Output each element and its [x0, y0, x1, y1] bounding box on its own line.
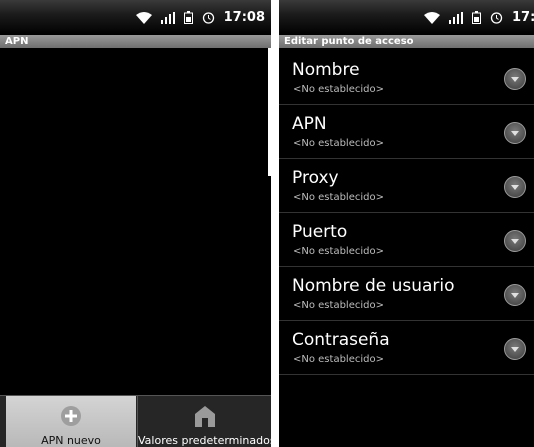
setting-value: <No establecido> — [293, 192, 384, 203]
battery-icon — [183, 11, 193, 24]
setting-port[interactable]: Puerto <No establecido> — [279, 213, 534, 267]
setting-apn[interactable]: APN <No establecido> — [279, 105, 534, 159]
scroll-indicator — [268, 48, 271, 176]
bottom-menu: APN nuevo Valores predeterminados — [0, 395, 271, 447]
page-title: Editar punto de acceso — [279, 35, 534, 48]
setting-title: Nombre de usuario — [292, 276, 455, 296]
signal-icon — [449, 11, 463, 24]
new-apn-button[interactable]: APN nuevo — [6, 396, 136, 447]
setting-title: Puerto — [292, 222, 348, 242]
wifi-icon — [424, 11, 440, 24]
add-icon — [60, 405, 82, 430]
setting-value: <No establecido> — [293, 354, 384, 365]
reset-defaults-label: Valores predeterminados — [138, 434, 271, 447]
status-bar: 17:08 — [0, 0, 271, 35]
apn-list-screen: 17:08 APN APN nuevo Valores predetermina… — [0, 0, 271, 447]
dropdown-arrow-icon — [504, 122, 526, 144]
dropdown-arrow-icon — [504, 338, 526, 360]
signal-icon — [160, 11, 175, 24]
setting-name[interactable]: Nombre <No establecido> — [279, 51, 534, 105]
setting-title: APN — [292, 114, 327, 134]
clock: 17:09 — [512, 10, 534, 25]
alarm-icon — [490, 11, 503, 24]
setting-title: Proxy — [292, 168, 339, 188]
setting-password[interactable]: Contraseña <No establecido> — [279, 321, 534, 375]
dropdown-arrow-icon — [504, 284, 526, 306]
reset-icon — [193, 405, 217, 430]
setting-title: Contraseña — [292, 330, 390, 350]
status-bar: 17:09 — [279, 0, 534, 35]
new-apn-label: APN nuevo — [41, 434, 101, 447]
setting-proxy[interactable]: Proxy <No establecido> — [279, 159, 534, 213]
clock: 17:08 — [223, 10, 265, 25]
page-title: APN — [0, 35, 271, 48]
dropdown-arrow-icon — [504, 176, 526, 198]
alarm-icon — [202, 11, 215, 24]
setting-value: <No establecido> — [293, 138, 384, 149]
setting-value: <No establecido> — [293, 84, 384, 95]
setting-value: <No establecido> — [293, 300, 384, 311]
wifi-icon — [135, 11, 152, 24]
dropdown-arrow-icon — [504, 68, 526, 90]
apn-settings-list: Nombre <No establecido> APN <No establec… — [279, 51, 534, 375]
dropdown-arrow-icon — [504, 230, 526, 252]
edit-apn-screen: 17:09 Editar punto de acceso Nombre <No … — [279, 0, 534, 447]
reset-defaults-button[interactable]: Valores predeterminados — [137, 396, 271, 447]
setting-username[interactable]: Nombre de usuario <No establecido> — [279, 267, 534, 321]
setting-value: <No establecido> — [293, 246, 384, 257]
battery-icon — [472, 11, 481, 24]
setting-title: Nombre — [292, 60, 360, 80]
